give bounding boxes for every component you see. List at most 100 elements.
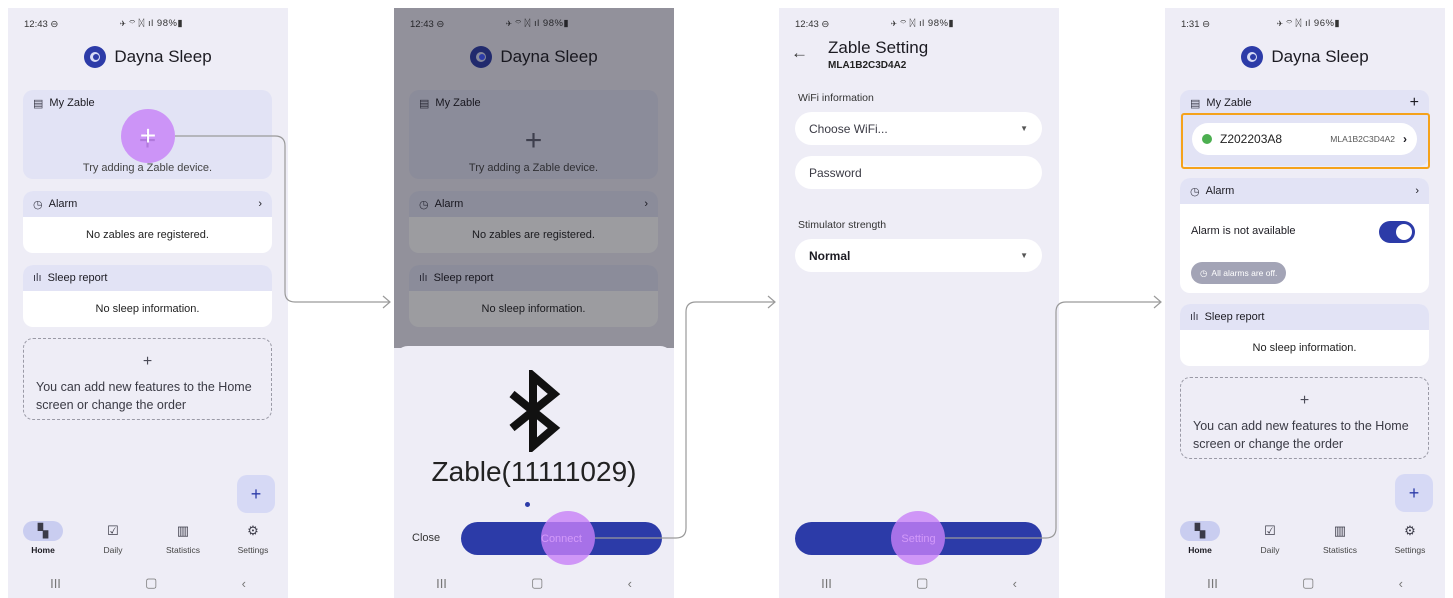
page-dot — [525, 502, 530, 507]
no-zables-text: No zables are registered. — [86, 229, 209, 241]
tap-indicator — [541, 511, 595, 565]
nav-daily[interactable]: ☑ Daily — [83, 521, 143, 565]
device-serial: MLA1B2C3D4A2 — [828, 60, 907, 71]
status-icons: ✈ ⌔ ᛞ ıl 98%▮ — [891, 18, 955, 29]
status-bar: 1:31 ⊖ ✈ ⌔ ᛞ ıl 96%▮ — [1165, 8, 1445, 38]
caret-down-icon: ▼ — [1020, 124, 1028, 133]
page-title: Zable Setting — [828, 38, 929, 57]
chevron-right-icon[interactable]: › — [1415, 185, 1419, 197]
status-time: 1:31 ⊖ — [1181, 19, 1211, 30]
app-title: Dayna Sleep — [1271, 47, 1369, 66]
wifi-label: WiFi information — [798, 92, 874, 104]
add-features-box[interactable]: + You can add new features to the Home s… — [1180, 377, 1429, 459]
system-nav: III ▢ ‹ — [8, 572, 288, 594]
tap-indicator — [891, 511, 945, 565]
password-field[interactable]: Password — [795, 156, 1042, 189]
flow-arrow-2-head — [767, 295, 776, 309]
add-features-text: You can add new features to the Home scr… — [36, 380, 252, 412]
alarm-clock-icon: ◷ — [33, 198, 43, 211]
nav-settings[interactable]: ⚙ Settings — [223, 521, 283, 565]
home-system-button[interactable]: ▢ — [916, 575, 928, 591]
app-header: Dayna Sleep — [8, 42, 288, 72]
alarm-title: Alarm — [48, 198, 78, 210]
add-icon[interactable]: + — [1410, 94, 1419, 112]
bed-icon: ▤ — [1190, 97, 1201, 110]
chevron-right-icon[interactable]: › — [258, 198, 262, 210]
checklist-icon: ☑ — [107, 523, 119, 538]
sleep-report-card[interactable]: ılı Sleep report No sleep information. — [1180, 304, 1429, 366]
alarm-card[interactable]: ◷ Alarm › No zables are registered. — [23, 191, 272, 253]
recent-apps-button[interactable]: III — [821, 576, 832, 591]
grid-icon: ▚ — [1180, 521, 1220, 541]
strength-label: Stimulator strength — [798, 219, 887, 231]
home-system-button[interactable]: ▢ — [531, 575, 543, 591]
back-system-button[interactable]: ‹ — [242, 576, 246, 591]
close-button[interactable]: Close — [412, 532, 440, 544]
system-nav: III ▢ ‹ — [779, 572, 1059, 594]
status-bar: 12:43 ⊖ ✈ ⌔ ᛞ ıl 98%▮ — [779, 8, 1059, 38]
alarm-unavailable-text: Alarm is not available — [1191, 225, 1296, 237]
screen-connect-sheet: 12:43 ⊖ ✈ ⌔ ᛞ ıl 98%▮ Dayna Sleep ▤ My Z… — [394, 8, 674, 598]
grid-icon: ▚ — [23, 521, 63, 541]
stats-icon: ▥ — [1333, 523, 1347, 538]
sleep-report-title: Sleep report — [1204, 311, 1265, 323]
alarm-clock-icon: ◷ — [1190, 185, 1200, 198]
recent-apps-button[interactable]: III — [436, 576, 447, 591]
bed-icon: ▤ — [33, 97, 44, 110]
checklist-icon: ☑ — [1264, 523, 1276, 538]
strength-dropdown[interactable]: Normal ▼ — [795, 239, 1042, 272]
app-header: Dayna Sleep — [1165, 42, 1445, 72]
no-sleep-text: No sleep information. — [95, 303, 200, 315]
plus-icon: + — [142, 353, 153, 370]
system-nav: III ▢ ‹ — [1165, 572, 1445, 594]
back-arrow-icon[interactable]: ← — [791, 43, 808, 63]
alarm-title: Alarm — [1205, 185, 1235, 197]
back-system-button[interactable]: ‹ — [1399, 576, 1403, 591]
add-zable-hint: Try adding a Zable device. — [82, 162, 213, 174]
recent-apps-button[interactable]: III — [1207, 576, 1218, 591]
nav-statistics[interactable]: ▥ Statistics — [1310, 521, 1370, 565]
system-nav: III ▢ ‹ — [394, 572, 674, 594]
device-name: Zable(11111029) — [431, 456, 637, 487]
back-system-button[interactable]: ‹ — [628, 576, 632, 591]
nav-daily[interactable]: ☑ Daily — [1240, 521, 1300, 565]
nav-statistics[interactable]: ▥ Statistics — [153, 521, 213, 565]
status-time: 12:43 ⊖ — [24, 19, 59, 30]
recent-apps-button[interactable]: III — [50, 576, 61, 591]
nav-settings[interactable]: ⚙ Settings — [1380, 521, 1440, 565]
bottom-nav: ▚ Home ☑ Daily ▥ Statistics ⚙ Settings — [1165, 521, 1445, 565]
home-system-button[interactable]: ▢ — [1302, 575, 1314, 591]
fab-add-button[interactable]: + — [1395, 474, 1433, 512]
status-icons: ✈ ⌔ ᛞ ıl 98%▮ — [120, 18, 184, 29]
highlight-box — [1181, 113, 1430, 169]
gear-icon: ⚙ — [1404, 523, 1416, 538]
plus-icon: + — [139, 120, 157, 151]
app-logo-icon — [1241, 46, 1264, 68]
dim-overlay — [394, 8, 674, 348]
bottom-nav: ▚ Home ☑ Daily ▥ Statistics ⚙ Settings — [8, 521, 288, 565]
stats-icon: ▥ — [176, 523, 190, 538]
nav-home[interactable]: ▚ Home — [1170, 521, 1230, 565]
sleep-report-card[interactable]: ılı Sleep report No sleep information. — [23, 265, 272, 327]
add-features-box[interactable]: + You can add new features to the Home s… — [23, 338, 272, 420]
alarm-clock-icon: ◷ — [1200, 267, 1208, 278]
screen-zable-setting: 12:43 ⊖ ✈ ⌔ ᛞ ıl 98%▮ ← Zable Setting ML… — [779, 8, 1059, 598]
my-zable-title: My Zable — [49, 97, 95, 109]
flow-arrow-3-head — [1153, 295, 1162, 309]
sleep-report-title: Sleep report — [47, 272, 108, 284]
chart-bars-icon: ılı — [33, 272, 42, 284]
back-system-button[interactable]: ‹ — [1013, 576, 1017, 591]
screen-home-empty: 12:43 ⊖ ✈ ⌔ ᛞ ıl 98%▮ Dayna Sleep ▤ My Z… — [8, 8, 288, 598]
screen-home-registered: 1:31 ⊖ ✈ ⌔ ᛞ ıl 96%▮ Dayna Sleep ▤ My Za… — [1165, 8, 1445, 598]
chart-bars-icon: ılı — [1190, 311, 1199, 323]
app-title: Dayna Sleep — [114, 47, 212, 66]
alarm-toggle[interactable] — [1379, 221, 1415, 243]
bluetooth-icon — [509, 370, 561, 452]
no-sleep-text: No sleep information. — [1252, 342, 1357, 354]
status-bar: 12:43 ⊖ ✈ ⌔ ᛞ ıl 98%▮ — [8, 8, 288, 38]
nav-home[interactable]: ▚ Home — [13, 521, 73, 565]
home-system-button[interactable]: ▢ — [145, 575, 157, 591]
status-time: 12:43 ⊖ — [795, 19, 830, 30]
wifi-dropdown[interactable]: Choose WiFi... ▼ — [795, 112, 1042, 145]
fab-add-button[interactable]: + — [237, 475, 275, 513]
